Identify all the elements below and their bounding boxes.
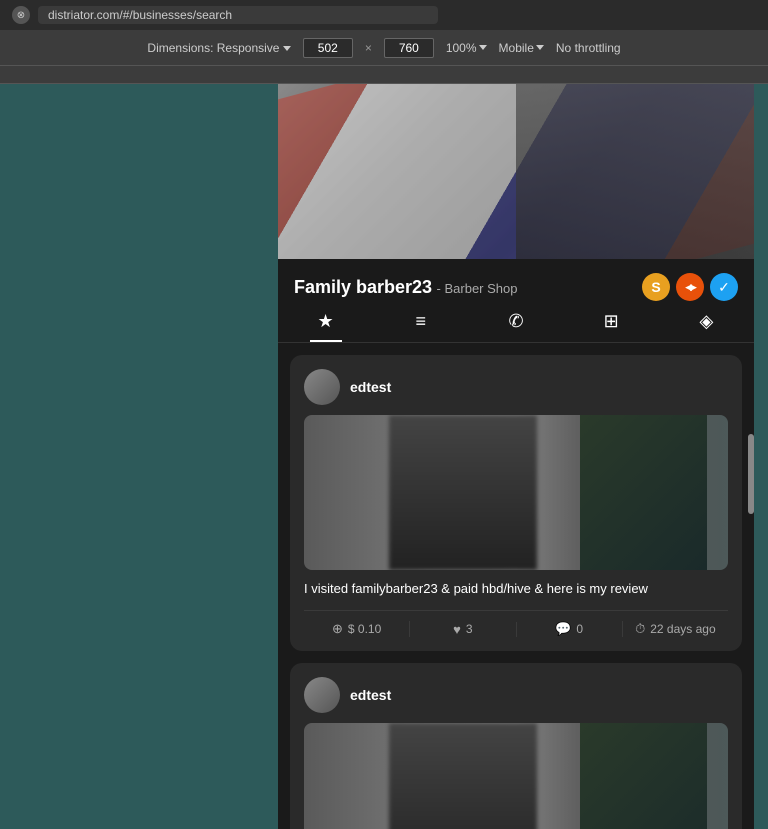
dimension-separator: ×	[365, 41, 372, 55]
post-author-row: edtest	[304, 677, 728, 713]
post-stats: ⊕ $ 0.10 ♥ 3 💬 0 ⏱ 22 days ago	[304, 610, 728, 637]
address-bar[interactable]: distriator.com/#/businesses/search	[38, 6, 438, 24]
post-author-row: edtest	[304, 369, 728, 405]
clock-icon: ⏱	[635, 621, 645, 637]
stat-likes: ♥ 3	[410, 622, 516, 637]
tab-phone[interactable]: ✆	[468, 311, 563, 342]
devtools-bar: Dimensions: Responsive × 100% Mobile No …	[0, 30, 768, 66]
throttling-selector[interactable]: No throttling	[556, 41, 621, 55]
hive-badge	[676, 273, 704, 301]
tab-tag[interactable]: ◈	[659, 311, 754, 342]
viewport-width-input[interactable]	[303, 38, 353, 58]
scrollbar-handle[interactable]	[748, 434, 754, 514]
comment-icon: 💬	[555, 621, 571, 637]
stat-comments: 💬 0	[517, 621, 623, 637]
tag-icon: ◈	[699, 311, 713, 332]
steem-badge: S	[642, 273, 670, 301]
mobile-selector[interactable]: Mobile	[499, 41, 544, 55]
upvote-icon: ⊕	[332, 621, 343, 637]
post-card: edtest	[290, 663, 742, 829]
hero-image	[278, 84, 754, 259]
tab-menu[interactable]: ≡	[373, 311, 468, 342]
verified-badge: ✓	[710, 273, 738, 301]
mobile-dropdown-icon	[536, 45, 544, 50]
post-card: edtest I visited familybarber23 & paid h…	[290, 355, 742, 651]
browser-chrome: ⊗ distriator.com/#/businesses/search	[0, 0, 768, 30]
likes-value: 3	[466, 622, 473, 636]
browser-icon: ⊗	[12, 6, 30, 24]
ruler	[0, 66, 768, 84]
main-area: Family barber23 - Barber Shop S ✓ ★ ≡ ✆	[0, 84, 768, 829]
gallery-icon: ⊞	[604, 311, 619, 332]
left-panel	[0, 84, 278, 829]
dimensions-dropdown-icon[interactable]	[283, 46, 291, 51]
avatar	[304, 677, 340, 713]
tab-gallery[interactable]: ⊞	[564, 311, 659, 342]
author-name: edtest	[350, 379, 391, 395]
business-name: Family barber23	[294, 277, 432, 297]
comments-value: 0	[576, 622, 583, 636]
time-value: 22 days ago	[650, 622, 715, 636]
mobile-viewport: Family barber23 - Barber Shop S ✓ ★ ≡ ✆	[278, 84, 754, 829]
tab-favorites[interactable]: ★	[278, 311, 373, 342]
heart-icon: ♥	[453, 622, 461, 637]
phone-icon: ✆	[508, 311, 523, 332]
amount-value: $ 0.10	[348, 622, 381, 636]
stat-amount: ⊕ $ 0.10	[304, 621, 410, 637]
post-title: I visited familybarber23 & paid hbd/hive…	[304, 580, 728, 598]
post-image	[304, 723, 728, 829]
zoom-dropdown-icon	[479, 45, 487, 50]
avatar	[304, 369, 340, 405]
star-icon: ★	[318, 311, 334, 332]
business-header: Family barber23 - Barber Shop S ✓	[278, 259, 754, 301]
dimensions-label[interactable]: Dimensions: Responsive	[147, 41, 290, 55]
author-name: edtest	[350, 687, 391, 703]
menu-icon: ≡	[416, 311, 427, 332]
viewport-height-input[interactable]	[384, 38, 434, 58]
post-image	[304, 415, 728, 570]
stat-time: ⏱ 22 days ago	[623, 621, 728, 637]
business-title: Family barber23 - Barber Shop	[294, 277, 517, 298]
posts-area: edtest I visited familybarber23 & paid h…	[278, 343, 754, 829]
business-type: - Barber Shop	[437, 281, 518, 296]
zoom-selector[interactable]: 100%	[446, 41, 487, 55]
business-badges: S ✓	[642, 273, 738, 301]
nav-tabs: ★ ≡ ✆ ⊞ ◈	[278, 301, 754, 343]
